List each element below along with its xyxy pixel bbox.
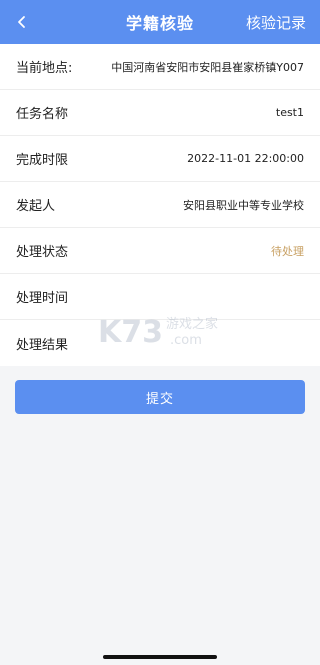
row-value: test1 — [275, 106, 304, 119]
row-initiator: 发起人 安阳县职业中等专业学校 — [0, 182, 320, 228]
submit-button[interactable]: 提交 — [15, 380, 305, 414]
home-indicator — [103, 655, 217, 659]
row-label: 处理结果 — [16, 337, 69, 353]
row-value: 中国河南省安阳市安阳县崔家桥镇Y007 — [111, 60, 304, 74]
header-bar: 学籍核验 核验记录 — [0, 0, 320, 44]
chevron-left-icon — [18, 16, 25, 28]
row-value: 2022-11-01 22:00:00 — [187, 152, 304, 165]
row-label: 处理状态 — [16, 245, 69, 260]
back-button[interactable] — [6, 6, 38, 38]
row-task-name: 任务名称 test1 — [0, 90, 320, 136]
row-process-time: 处理时间 — [0, 274, 320, 320]
task-detail-form: 当前地点: 中国河南省安阳市安阳县崔家桥镇Y007 任务名称 test1 完成时… — [0, 44, 320, 366]
row-current-location: 当前地点: 中国河南省安阳市安阳县崔家桥镇Y007 — [0, 44, 320, 90]
row-label: 发起人 — [16, 199, 56, 214]
row-label: 处理时间 — [16, 291, 69, 306]
row-value: 安阳县职业中等专业学校 — [183, 198, 304, 212]
row-process-result: 处理结果 — [0, 320, 320, 366]
row-status: 处理状态 待处理 — [0, 228, 320, 274]
verification-records-link[interactable]: 核验记录 — [246, 0, 306, 44]
page-title: 学籍核验 — [125, 14, 194, 33]
row-label: 任务名称 — [16, 107, 69, 122]
row-deadline: 完成时限 2022-11-01 22:00:00 — [0, 136, 320, 182]
row-label: 当前地点: — [16, 61, 73, 76]
row-label: 完成时限 — [16, 153, 69, 168]
status-badge: 待处理 — [271, 244, 304, 258]
